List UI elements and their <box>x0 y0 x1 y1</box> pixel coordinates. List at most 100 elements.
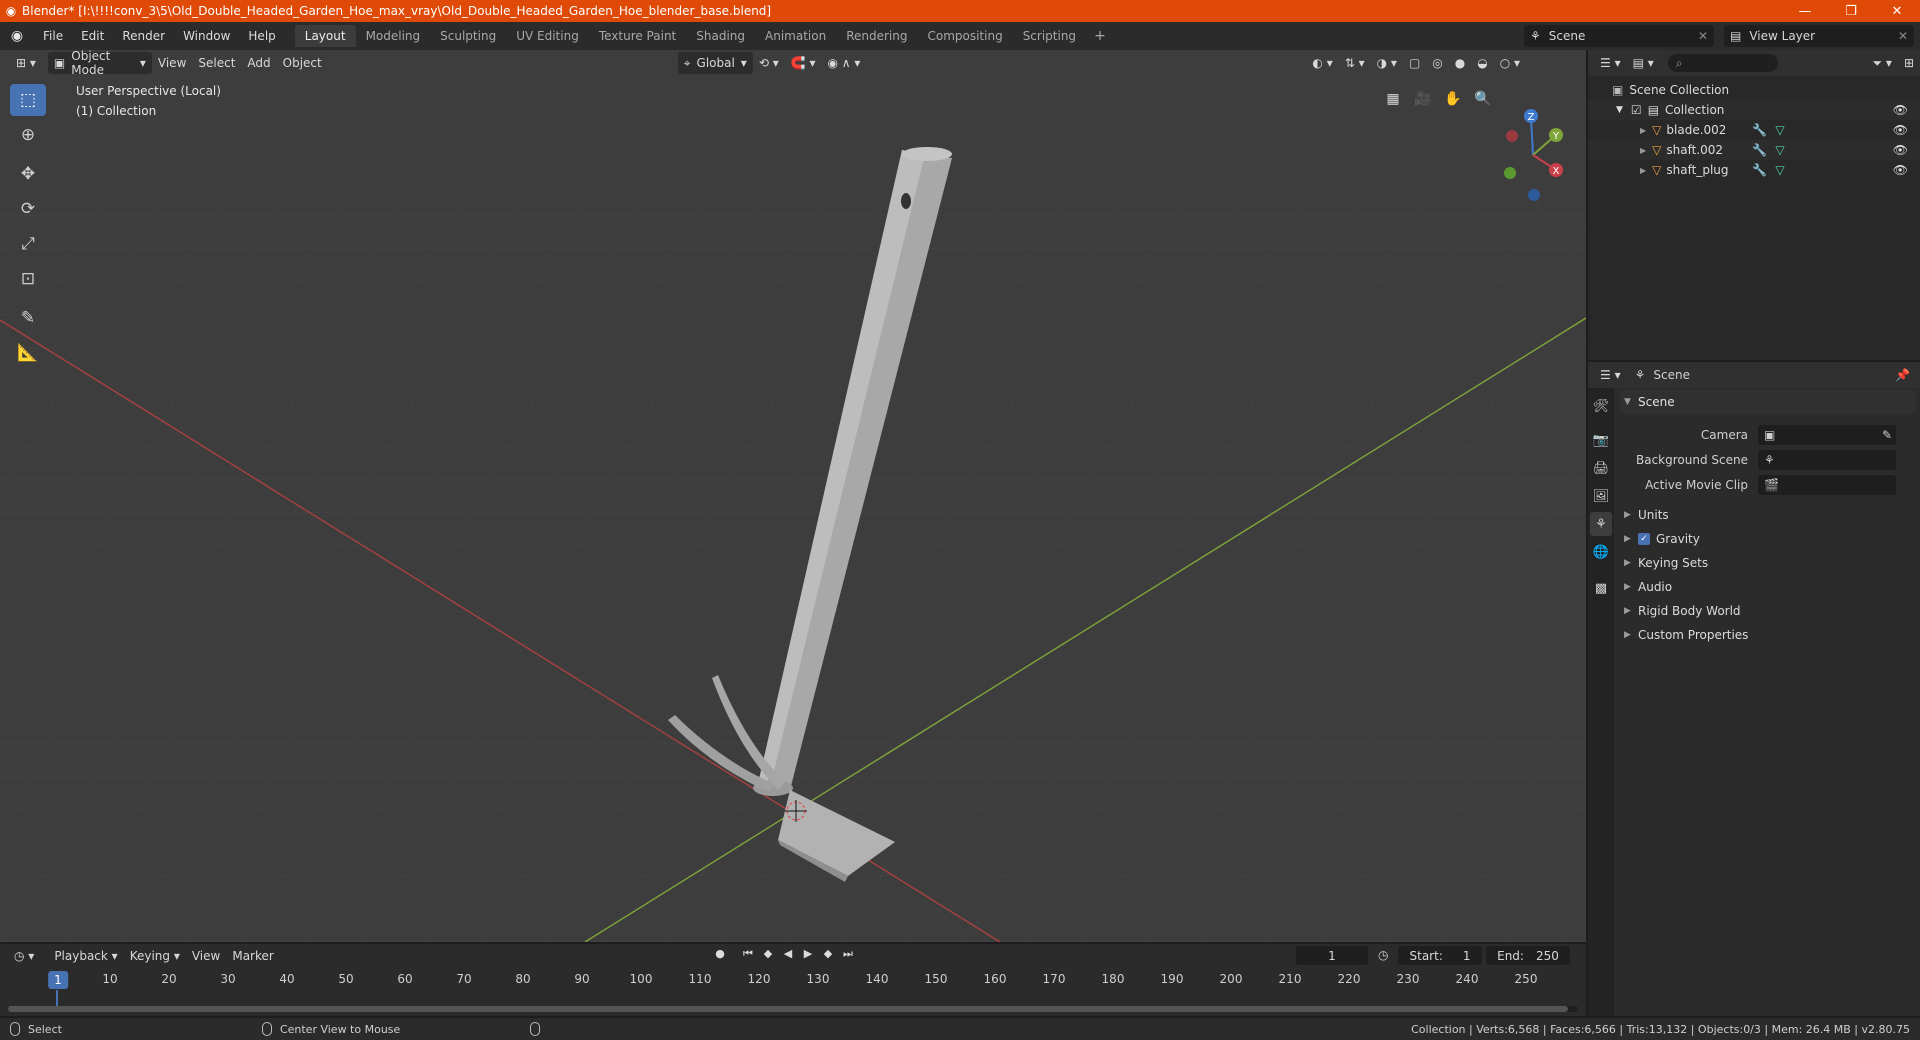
tab-layout[interactable]: Layout <box>294 25 356 47</box>
menu-help[interactable]: Help <box>239 22 284 50</box>
close-icon[interactable]: ✕ <box>1874 0 1920 22</box>
visibility-icon[interactable]: ◐ ▾ <box>1306 52 1338 74</box>
tab-modeling[interactable]: Modeling <box>356 25 431 47</box>
tab-shading[interactable]: Shading <box>686 25 755 47</box>
menu-playback[interactable]: Playback ▾ <box>48 945 123 967</box>
menu-object[interactable]: Object <box>277 52 328 74</box>
keying-sets-panel-header[interactable]: ▶ Keying Sets <box>1620 551 1916 575</box>
stopwatch-icon[interactable]: ◷ <box>1378 948 1388 962</box>
frame-ruler[interactable]: 10 20 30 40 50 60 70 80 90 100 110 120 130 140 150 160 1… <box>0 968 1586 990</box>
eye-icon[interactable]: 👁 <box>1893 143 1908 157</box>
collection-row[interactable]: ▼ ☑ ▤ Collection 👁 <box>1588 100 1920 120</box>
output-settings-icon[interactable]: 🖨 <box>1590 456 1612 480</box>
search-input[interactable]: ⌕ <box>1667 54 1778 72</box>
eyedropper-icon[interactable]: ✎ <box>1882 428 1892 442</box>
move-icon[interactable]: ✥ <box>10 158 46 190</box>
eye-icon[interactable]: 👁 <box>1893 103 1908 117</box>
viewport-canvas[interactable]: Z Y X <box>0 50 1586 942</box>
3d-viewport[interactable]: Z Y X ⊞ ▾ ▣ Object Mode ▾ View Select Ad… <box>0 50 1586 942</box>
active-movie-clip-field[interactable]: 🎬 <box>1758 474 1896 495</box>
scale-icon[interactable]: ⤢ <box>10 228 46 260</box>
gravity-checkbox[interactable]: ✓ <box>1638 533 1650 545</box>
mesh-data-icon[interactable]: ▽ <box>1775 143 1784 157</box>
mesh-data-icon[interactable]: ▽ <box>1775 123 1784 137</box>
background-scene-field[interactable]: ⚘ <box>1758 449 1896 470</box>
custom-properties-panel-header[interactable]: ▶ Custom Properties <box>1620 623 1916 647</box>
start-frame-field[interactable]: Start: 1 <box>1398 946 1482 965</box>
measure-icon[interactable]: 📐 <box>10 337 46 369</box>
editor-type-icon[interactable]: ☰ ▾ <box>1594 52 1627 74</box>
annotate-icon[interactable]: ✎ <box>10 302 46 334</box>
pin-icon[interactable]: 📌 <box>1895 368 1910 382</box>
audio-panel-header[interactable]: ▶ Audio <box>1620 575 1916 599</box>
list-item[interactable]: ▶ ▽ blade.002 🔧 ▽ 👁 <box>1588 120 1920 140</box>
scene-selector[interactable]: ⚘ Scene ✕ <box>1524 25 1714 47</box>
jump-start-icon[interactable]: ⏮ <box>738 947 758 961</box>
camera-view-icon[interactable]: 🎥 <box>1410 86 1436 112</box>
pan-hand-icon[interactable]: ✋ <box>1440 86 1466 112</box>
material-shading-icon[interactable]: ◒ <box>1471 52 1493 74</box>
mode-dropdown[interactable]: ▣ Object Mode ▾ <box>47 50 152 77</box>
tab-scripting[interactable]: Scripting <box>1013 25 1086 47</box>
pivot-icon[interactable]: ⟲ ▾ <box>753 52 785 74</box>
menu-add[interactable]: Add <box>241 52 276 74</box>
view-layer-icon[interactable]: 🖼 <box>1590 484 1612 508</box>
eye-icon[interactable]: 👁 <box>1893 123 1908 137</box>
world-settings-icon[interactable]: 🌐 <box>1590 540 1612 564</box>
rigid-body-world-panel-header[interactable]: ▶ Rigid Body World <box>1620 599 1916 623</box>
frame-cursor[interactable]: 1 <box>48 971 68 989</box>
snap-icon[interactable]: 🧲 ▾ <box>785 52 822 74</box>
record-icon[interactable]: ● <box>710 947 730 961</box>
scene-collection-row[interactable]: ▣ Scene Collection <box>1588 80 1920 100</box>
camera-field[interactable]: ▣ ✎ <box>1758 424 1896 445</box>
prev-keyframe-icon[interactable]: ◆ <box>758 947 778 961</box>
gravity-panel-header[interactable]: ▶ ✓ Gravity <box>1620 527 1916 551</box>
wrench-icon[interactable]: 🔧 <box>1752 123 1767 137</box>
menu-marker[interactable]: Marker <box>226 945 279 967</box>
new-collection-icon[interactable]: ⊞ <box>1898 52 1920 74</box>
rotate-icon[interactable]: ⟳ <box>10 193 46 225</box>
tab-rendering[interactable]: Rendering <box>836 25 917 47</box>
tool-settings-icon[interactable]: 🛠 <box>1590 394 1612 418</box>
menu-view[interactable]: View <box>152 52 192 74</box>
transform-orientation-dropdown[interactable]: ⌖ Global ▾ <box>677 52 753 74</box>
solid-shading-icon[interactable]: ● <box>1449 52 1471 74</box>
select-box-icon[interactable]: ⬚ <box>10 84 46 116</box>
restore-icon[interactable]: ❐ <box>1828 0 1874 22</box>
texture-settings-icon[interactable]: ▩ <box>1590 576 1612 600</box>
list-item[interactable]: ▶ ▽ shaft.002 🔧 ▽ 👁 <box>1588 140 1920 160</box>
minimize-icon[interactable]: — <box>1782 0 1828 22</box>
menu-view[interactable]: View <box>186 945 226 967</box>
menu-render[interactable]: Render <box>113 22 174 50</box>
scene-panel-header[interactable]: ▼ Scene <box>1620 390 1916 414</box>
tab-animation[interactable]: Animation <box>755 25 836 47</box>
wrench-icon[interactable]: 🔧 <box>1752 163 1767 177</box>
rendered-shading-icon[interactable]: ○ ▾ <box>1494 52 1526 74</box>
wrench-icon[interactable]: 🔧 <box>1752 143 1767 157</box>
close-icon[interactable]: ✕ <box>1898 29 1908 43</box>
checkbox-icon[interactable]: ☑ <box>1631 103 1642 117</box>
render-settings-icon[interactable]: 📷 <box>1590 428 1612 452</box>
units-panel-header[interactable]: ▶ Units <box>1620 503 1916 527</box>
proportional-edit-icon[interactable]: ◉ ∧ ▾ <box>822 52 867 74</box>
menu-keying[interactable]: Keying ▾ <box>124 945 186 967</box>
timeline-scrollbar[interactable] <box>8 1006 1578 1012</box>
editor-type-icon[interactable]: ◷ ▾ <box>8 945 40 967</box>
add-workspace-button[interactable]: + <box>1086 28 1114 44</box>
editor-type-icon[interactable]: ☰ ▾ <box>1594 364 1627 386</box>
tab-texture-paint[interactable]: Texture Paint <box>589 25 686 47</box>
end-frame-field[interactable]: End: 250 <box>1486 946 1570 965</box>
menu-window[interactable]: Window <box>174 22 239 50</box>
close-icon[interactable]: ✕ <box>1698 29 1708 43</box>
tab-compositing[interactable]: Compositing <box>917 25 1012 47</box>
cursor-icon[interactable]: ⊕ <box>10 119 46 151</box>
menu-edit[interactable]: Edit <box>72 22 113 50</box>
next-keyframe-icon[interactable]: ◆ <box>818 947 838 961</box>
scene-settings-icon[interactable]: ⚘ <box>1590 512 1612 536</box>
xray-icon[interactable]: ▢ <box>1403 52 1426 74</box>
wireframe-shading-icon[interactable]: ◎ <box>1426 52 1448 74</box>
mesh-data-icon[interactable]: ▽ <box>1775 163 1784 177</box>
play-reverse-icon[interactable]: ◀ <box>778 947 798 961</box>
editor-type-icon[interactable]: ⊞ ▾ <box>10 52 42 74</box>
gizmo-toggle-icon[interactable]: ⇅ ▾ <box>1339 52 1371 74</box>
